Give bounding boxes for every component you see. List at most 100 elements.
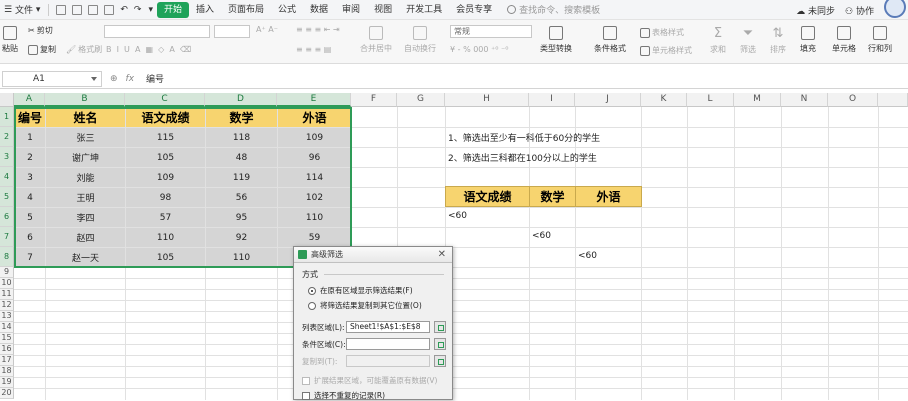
column-header-e[interactable]: E: [277, 93, 351, 107]
column-header-h[interactable]: H: [445, 93, 529, 107]
criteria-header-cell[interactable]: 语文成绩: [445, 186, 530, 207]
merge-center-button[interactable]: 合并居中: [360, 26, 392, 54]
sync-status[interactable]: ☁ 未同步: [796, 4, 835, 17]
list-range-input[interactable]: Sheet1!$A$1:$E$8: [346, 321, 430, 333]
row-header-20[interactable]: 20: [0, 388, 14, 399]
spreadsheet-grid[interactable]: A B C D E F G H I J K L M N O 1 2 3 4 5 …: [0, 93, 908, 400]
row-header-1[interactable]: 1: [0, 107, 14, 127]
radio-filter-in-place[interactable]: 在原有区域显示筛选结果(F): [308, 285, 413, 296]
table-cell[interactable]: 59: [278, 228, 351, 247]
table-cell[interactable]: 110: [206, 248, 277, 267]
cell-button[interactable]: 单元格: [832, 26, 856, 54]
collab-button[interactable]: ⚇ 协作: [845, 4, 874, 17]
table-cell[interactable]: 96: [278, 148, 351, 167]
instruction-note[interactable]: 1、筛选出至少有一科低于60分的学生: [448, 131, 600, 144]
name-box[interactable]: A1: [2, 70, 102, 87]
column-header-i[interactable]: I: [529, 93, 575, 107]
table-cell[interactable]: 105: [126, 248, 205, 267]
table-cell[interactable]: 109: [126, 168, 205, 187]
instruction-note[interactable]: 2、筛选出三科都在100分以上的学生: [448, 151, 597, 164]
table-cell[interactable]: 109: [278, 128, 351, 147]
criteria-value-cell[interactable]: <60: [532, 231, 551, 241]
row-header-19[interactable]: 19: [0, 377, 14, 388]
criteria-value-cell[interactable]: <60: [448, 211, 467, 221]
column-header-c[interactable]: C: [125, 93, 205, 107]
table-cell[interactable]: 4: [15, 188, 45, 207]
row-header-7[interactable]: 7: [0, 227, 14, 247]
criteria-range-input[interactable]: [346, 338, 430, 350]
table-cell[interactable]: 谢广坤: [46, 148, 125, 167]
row-header-15[interactable]: 15: [0, 333, 14, 344]
format-painter-button[interactable]: 🖌 格式刷: [66, 44, 102, 55]
tab-view[interactable]: 视图: [367, 2, 399, 18]
tab-data[interactable]: 数据: [303, 2, 335, 18]
row-header-4[interactable]: 4: [0, 167, 14, 187]
cell-style-button[interactable]: 单元格样式: [640, 45, 692, 56]
row-header-5[interactable]: 5: [0, 187, 14, 207]
formula-input[interactable]: 编号: [142, 72, 164, 85]
type-convert-button[interactable]: 类型转换: [540, 26, 572, 54]
table-cell[interactable]: 48: [206, 148, 277, 167]
select-all-corner[interactable]: [0, 93, 14, 107]
undo-icon[interactable]: ↶: [120, 5, 128, 15]
table-header-cell[interactable]: 姓名: [46, 108, 125, 127]
save-icon[interactable]: [56, 4, 67, 15]
table-cell[interactable]: 赵四: [46, 228, 125, 247]
font-family-select[interactable]: [104, 25, 210, 38]
table-cell[interactable]: 105: [126, 148, 205, 167]
copy-to-input[interactable]: [346, 355, 430, 367]
criteria-header-cell[interactable]: 数学: [529, 186, 576, 207]
column-header-n[interactable]: N: [781, 93, 828, 107]
tab-page-layout[interactable]: 页面布局: [221, 2, 271, 18]
print-icon[interactable]: [88, 4, 99, 15]
table-cell[interactable]: 110: [126, 228, 205, 247]
command-search[interactable]: 查找命令、搜索模板: [507, 3, 600, 16]
table-header-cell[interactable]: 编号: [15, 108, 45, 127]
font-grow-icon[interactable]: A⁺ A⁻: [256, 25, 278, 34]
range-picker-icon[interactable]: [434, 355, 446, 367]
column-header-g[interactable]: G: [397, 93, 445, 107]
criteria-value-cell[interactable]: <60: [578, 251, 597, 261]
conditional-format-button[interactable]: 条件格式: [594, 26, 626, 54]
row-header-8[interactable]: 8: [0, 247, 14, 267]
table-cell[interactable]: 102: [278, 188, 351, 207]
row-header-17[interactable]: 17: [0, 355, 14, 366]
tab-home[interactable]: 开始: [156, 1, 189, 18]
table-style-button[interactable]: 表格样式: [640, 27, 684, 38]
column-header-d[interactable]: D: [205, 93, 277, 107]
fx-icon[interactable]: fx: [126, 74, 135, 84]
table-cell[interactable]: 3: [15, 168, 45, 187]
currency-icon[interactable]: ¥ - % 000 ⁺⁰ ⁻⁰: [450, 45, 508, 54]
row-header-2[interactable]: 2: [0, 127, 14, 147]
print-preview-icon[interactable]: [104, 4, 115, 15]
dialog-titlebar[interactable]: 高级筛选: [294, 247, 452, 263]
row-header-11[interactable]: 11: [0, 289, 14, 300]
table-cell[interactable]: 98: [126, 188, 205, 207]
column-header-b[interactable]: B: [45, 93, 125, 107]
radio-copy-to[interactable]: 将筛选结果复制到其它位置(O): [308, 300, 422, 311]
table-cell[interactable]: 95: [206, 208, 277, 227]
row-header-16[interactable]: 16: [0, 344, 14, 355]
row-header-12[interactable]: 12: [0, 300, 14, 311]
column-header-extra[interactable]: [878, 93, 908, 107]
column-header-m[interactable]: M: [734, 93, 781, 107]
table-header-cell[interactable]: 数学: [206, 108, 277, 127]
table-cell[interactable]: 李四: [46, 208, 125, 227]
chevron-down-icon[interactable]: ▾: [148, 5, 153, 15]
table-header-cell[interactable]: 外语: [278, 108, 351, 127]
tab-developer[interactable]: 开发工具: [399, 2, 449, 18]
sort-button[interactable]: ⇅ 排序: [770, 26, 786, 55]
table-cell[interactable]: 1: [15, 128, 45, 147]
tab-review[interactable]: 审阅: [335, 2, 367, 18]
tab-formulas[interactable]: 公式: [271, 2, 303, 18]
align-left-icon[interactable]: ≡ ≡ ≡ ▤: [296, 45, 331, 54]
table-cell[interactable]: 56: [206, 188, 277, 207]
export-pdf-icon[interactable]: [72, 4, 83, 15]
cut-button[interactable]: ✂ 剪切: [28, 25, 53, 36]
filter-button[interactable]: ⏷ 筛选: [740, 26, 756, 55]
bold-icon[interactable]: B I U A ▦ ◇ A ⌫: [106, 45, 191, 54]
table-cell[interactable]: 2: [15, 148, 45, 167]
column-header-j[interactable]: J: [575, 93, 641, 107]
zoom-icon[interactable]: ⊕: [110, 74, 118, 84]
wrap-text-button[interactable]: 自动换行: [404, 26, 436, 54]
